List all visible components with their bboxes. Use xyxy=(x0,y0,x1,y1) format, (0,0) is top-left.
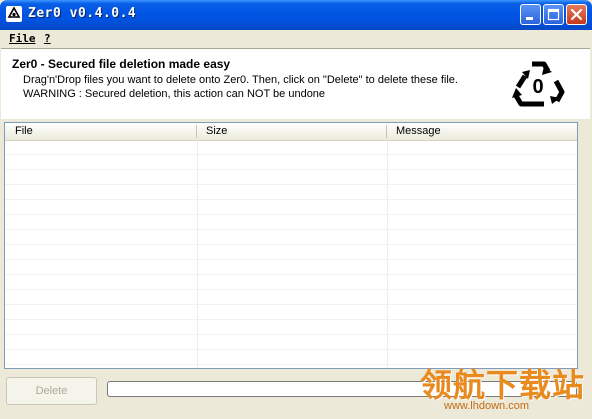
column-divider xyxy=(197,140,198,368)
menu-file[interactable]: File xyxy=(9,32,36,45)
app-recycle-icon[interactable] xyxy=(6,6,22,22)
column-header-file[interactable]: File xyxy=(15,125,33,137)
file-list-rows[interactable] xyxy=(5,140,577,368)
column-header-message[interactable]: Message xyxy=(396,125,441,137)
maximize-icon xyxy=(547,8,560,21)
header-title: Zer0 - Secured file deletion made easy xyxy=(12,57,231,71)
menu-bar: File ? xyxy=(0,30,592,48)
header-warning: WARNING : Secured deletion, this action … xyxy=(23,88,326,100)
column-divider xyxy=(387,140,388,368)
recycle-zero-logo-icon: 0 xyxy=(512,61,565,107)
header-panel: Zer0 - Secured file deletion made easy D… xyxy=(1,48,590,119)
column-resize-handle[interactable] xyxy=(386,125,387,138)
maximize-button[interactable] xyxy=(543,4,564,25)
title-bar[interactable]: Zer0 v0.4.0.4 xyxy=(0,0,592,30)
column-resize-handle[interactable] xyxy=(196,125,197,138)
delete-button[interactable]: Delete xyxy=(6,377,97,405)
minimize-button[interactable] xyxy=(520,4,541,25)
close-button[interactable] xyxy=(566,4,587,25)
logo-digit: 0 xyxy=(532,76,543,98)
menu-help[interactable]: ? xyxy=(44,32,51,45)
minimize-icon xyxy=(526,17,533,20)
app-window: Zer0 v0.4.0.4 File ? Zer0 - Secured file… xyxy=(0,0,592,419)
list-header: File Size Message xyxy=(5,123,577,141)
window-title: Zer0 v0.4.0.4 xyxy=(28,6,137,21)
close-icon xyxy=(570,8,583,21)
file-list[interactable]: File Size Message xyxy=(4,122,578,369)
footer: Delete 领航下载站 www.lhdown.com xyxy=(0,366,592,419)
watermark-url: www.lhdown.com xyxy=(444,400,529,412)
header-instructions: Drag'n'Drop files you want to delete ont… xyxy=(23,74,458,86)
column-header-size[interactable]: Size xyxy=(206,125,227,137)
